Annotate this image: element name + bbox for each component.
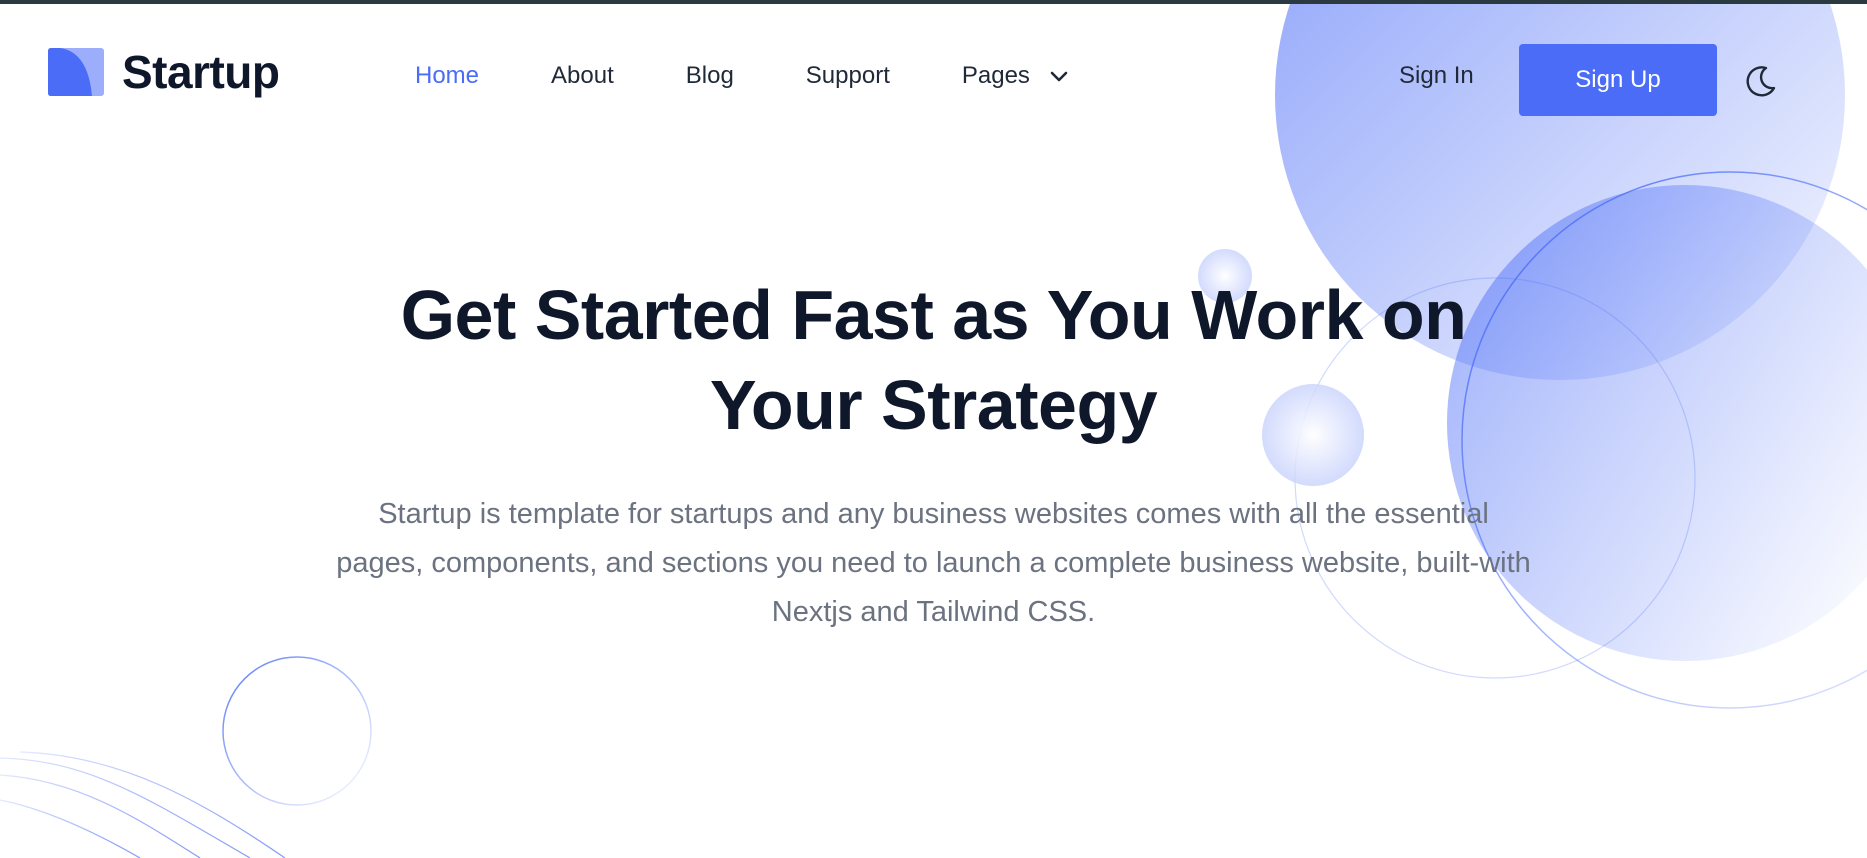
brand-logo-link[interactable]: Startup: [48, 48, 280, 96]
moon-icon: [1746, 66, 1776, 97]
sign-in-link[interactable]: Sign In: [1399, 62, 1474, 90]
decor-wave-line: [0, 799, 141, 858]
hero-section: Get Started Fast as You Work on Your Str…: [0, 270, 1867, 637]
startup-logo-icon: [48, 48, 104, 96]
nav-item-home[interactable]: Home: [415, 62, 479, 90]
hero-description: Startup is template for startups and any…: [336, 498, 1531, 628]
decor-wave-line: [0, 757, 251, 858]
nav-item-label: About: [551, 62, 614, 89]
theme-toggle-button[interactable]: [1740, 62, 1780, 102]
nav-item-label: Pages: [961, 62, 1030, 89]
brand-name: Startup: [122, 46, 280, 98]
hero-title: Get Started Fast as You Work on Your Str…: [400, 276, 1467, 444]
nav-item-pages-dropdown[interactable]: Pages: [962, 62, 1070, 90]
nav-item-label: Home: [415, 62, 480, 89]
nav-item-about[interactable]: About: [551, 62, 614, 90]
nav-item-label: Blog: [685, 62, 734, 89]
chevron-down-icon: [1050, 71, 1068, 82]
site-header: Startup Home About Blog Support Pages Si…: [0, 4, 1867, 144]
nav-item-label: Support: [805, 62, 890, 89]
sign-up-button[interactable]: Sign Up: [1519, 44, 1717, 116]
window-top-strip: [0, 0, 1867, 4]
nav-item-support[interactable]: Support: [806, 62, 890, 90]
decor-wave-line: [0, 774, 201, 858]
decor-ring-left: [222, 656, 372, 806]
main-nav: Home About Blog Support Pages: [415, 62, 1070, 90]
nav-item-blog[interactable]: Blog: [686, 62, 734, 90]
decor-wave-line: [19, 751, 286, 858]
